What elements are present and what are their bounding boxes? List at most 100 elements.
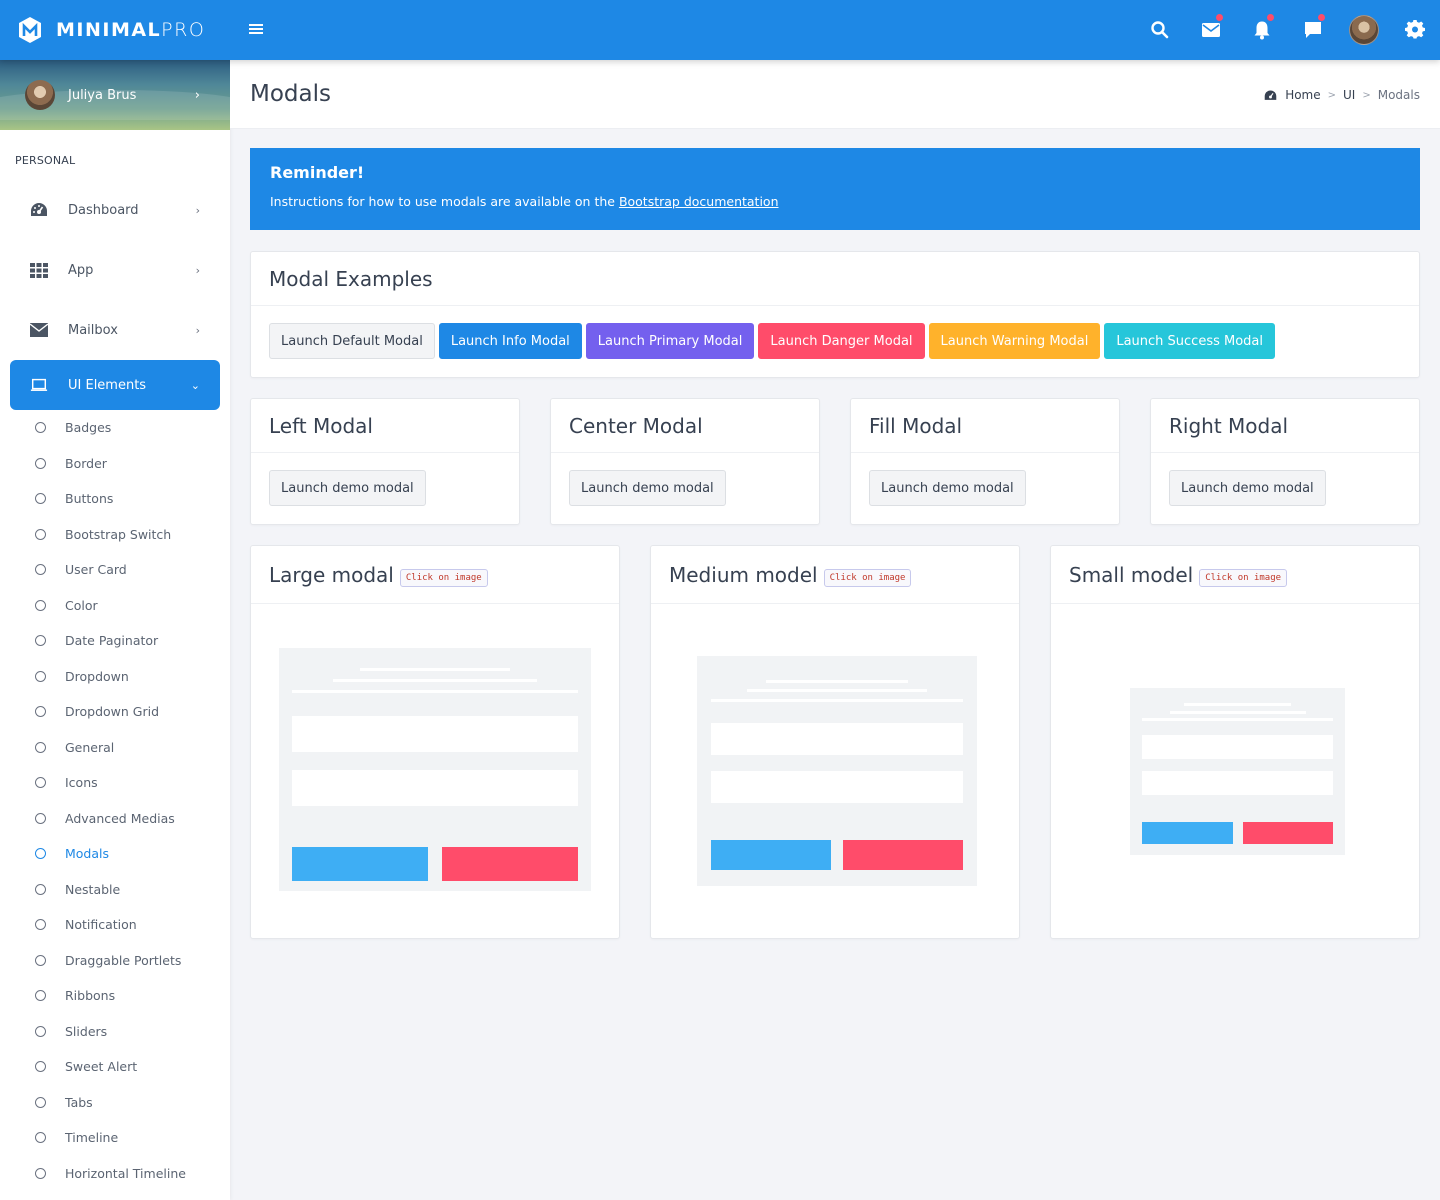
sidebar-subitem-badges[interactable]: Badges [0, 410, 230, 446]
notifications-button[interactable] [1236, 0, 1287, 60]
sidebar: Juliya Brus › PERSONAL Dashboard › App ›… [0, 60, 230, 1200]
sidebar-subitem-modals[interactable]: Modals [0, 836, 230, 872]
breadcrumb: Home > UI > Modals [1264, 88, 1420, 102]
sidebar-subitem-dropdown[interactable]: Dropdown [0, 659, 230, 695]
page-title: Modals [250, 81, 331, 107]
breadcrumb-current: Modals [1377, 88, 1420, 102]
breadcrumb-home[interactable]: Home [1285, 88, 1320, 102]
hamburger-icon [249, 24, 263, 26]
breadcrumb-ui[interactable]: UI [1343, 88, 1355, 102]
sidebar-subitem-bootstrap-switch[interactable]: Bootstrap Switch [0, 517, 230, 553]
sidebar-subitem-date-paginator[interactable]: Date Paginator [0, 623, 230, 659]
preview-field [711, 771, 963, 803]
chat-icon [1304, 22, 1321, 38]
circle-icon [35, 564, 46, 576]
brand-logo-link[interactable]: MINIMALPRO [0, 0, 230, 60]
card-title: Modal Examples [269, 266, 433, 291]
sidebar-subitem-user-card[interactable]: User Card [0, 552, 230, 588]
content-header: Modals Home > UI > Modals [230, 60, 1440, 129]
launch-primary-modal-button[interactable]: Launch Primary Modal [585, 323, 755, 359]
sidebar-subitem-border[interactable]: Border [0, 446, 230, 482]
circle-icon [35, 635, 46, 647]
user-avatar [1348, 15, 1379, 45]
left-modal-card: Left Modal Launch demo modal [250, 398, 520, 525]
sidebar-item-dashboard[interactable]: Dashboard › [0, 180, 230, 240]
sidebar-subitem-advanced-medias[interactable]: Advanced Medias [0, 801, 230, 837]
dashboard-icon [30, 201, 48, 219]
card-title: Fill Modal [869, 413, 963, 438]
user-menu-button[interactable] [1338, 0, 1389, 60]
launch-info-modal-button[interactable]: Launch Info Modal [438, 323, 582, 359]
messages-button[interactable] [1185, 0, 1236, 60]
chevron-right-icon: › [194, 87, 200, 103]
top-navbar: MINIMALPRO [0, 0, 1440, 60]
sidebar-subitem-dropdown-grid[interactable]: Dropdown Grid [0, 694, 230, 730]
sidebar-subitem-timeline[interactable]: Timeline [0, 1120, 230, 1156]
sidebar-subitem-sliders[interactable]: Sliders [0, 1014, 230, 1050]
notification-dot [1318, 14, 1325, 21]
medium-modal-preview-image[interactable] [697, 656, 977, 886]
launch-warning-modal-button[interactable]: Launch Warning Modal [928, 323, 1101, 359]
circle-icon [35, 706, 46, 718]
center-modal-card: Center Modal Launch demo modal [550, 398, 820, 525]
launch-left-modal-button[interactable]: Launch demo modal [269, 470, 426, 506]
launch-default-modal-button[interactable]: Launch Default Modal [269, 323, 435, 359]
preview-cancel-button [442, 847, 578, 881]
launch-right-modal-button[interactable]: Launch demo modal [1169, 470, 1326, 506]
sidebar-item-app[interactable]: App › [0, 240, 230, 300]
sidebar-subitem-ribbons[interactable]: Ribbons [0, 978, 230, 1014]
sidebar-section-label: PERSONAL [15, 154, 76, 167]
preview-subtitle-line [333, 679, 537, 682]
sidebar-subitem-buttons[interactable]: Buttons [0, 481, 230, 517]
chevron-right-icon: › [195, 203, 200, 217]
preview-field [1142, 771, 1333, 795]
circle-icon [35, 777, 46, 789]
sidebar-subitem-color[interactable]: Color [0, 588, 230, 624]
sidebar-subitem-draggable-portlets[interactable]: Draggable Portlets [0, 943, 230, 979]
breadcrumb-separator: > [1362, 89, 1371, 101]
chevron-right-icon: › [195, 323, 200, 337]
sidebar-toggle-button[interactable] [249, 24, 263, 36]
chat-button[interactable] [1287, 0, 1338, 60]
circle-icon [35, 422, 46, 434]
sidebar-subitem-sweet-alert[interactable]: Sweet Alert [0, 1049, 230, 1085]
large-modal-preview-image[interactable] [279, 648, 591, 891]
preview-confirm-button [711, 840, 831, 870]
search-button[interactable] [1134, 0, 1185, 60]
callout-title: Reminder! [270, 163, 365, 182]
sidebar-subitem-horizontal-timeline[interactable]: Horizontal Timeline [0, 1156, 230, 1192]
large-modal-card: Large modal Click on image [250, 545, 620, 939]
medium-modal-card: Medium model Click on image [650, 545, 1020, 939]
circle-icon [35, 919, 46, 931]
click-on-image-hint: Click on image [823, 568, 912, 587]
small-modal-preview-image[interactable] [1130, 688, 1345, 855]
preview-cancel-button [1242, 822, 1333, 844]
launch-danger-modal-button[interactable]: Launch Danger Modal [758, 323, 925, 359]
preview-title-line [360, 668, 510, 671]
card-title: Left Modal [269, 413, 373, 438]
circle-icon [35, 528, 46, 540]
bootstrap-docs-link[interactable]: Bootstrap documentation [619, 194, 779, 209]
reminder-callout: Reminder! Instructions for how to use mo… [250, 148, 1420, 230]
sidebar-subitem-icons[interactable]: Icons [0, 765, 230, 801]
sidebar-subitem-nestable[interactable]: Nestable [0, 872, 230, 908]
card-title: Large modal [269, 562, 394, 587]
circle-icon [35, 883, 46, 895]
sidebar-subitem-tabs[interactable]: Tabs [0, 1085, 230, 1121]
circle-icon [35, 812, 46, 824]
sidebar-subitem-general[interactable]: General [0, 730, 230, 766]
preview-subtitle-line [747, 689, 927, 692]
settings-button[interactable] [1389, 0, 1440, 60]
circle-icon [35, 1167, 46, 1179]
sidebar-item-ui-elements[interactable]: UI Elements ⌄ [10, 360, 220, 410]
sidebar-subitem-notification[interactable]: Notification [0, 907, 230, 943]
sidebar-item-mailbox[interactable]: Mailbox › [0, 300, 230, 360]
callout-text: Instructions for how to use modals are a… [270, 194, 779, 209]
launch-fill-modal-button[interactable]: Launch demo modal [869, 470, 1026, 506]
sidebar-user-panel[interactable]: Juliya Brus › [0, 60, 230, 130]
launch-success-modal-button[interactable]: Launch Success Modal [1104, 323, 1275, 359]
preview-title-line [766, 680, 908, 683]
circle-icon [35, 848, 46, 860]
fill-modal-card: Fill Modal Launch demo modal [850, 398, 1120, 525]
launch-center-modal-button[interactable]: Launch demo modal [569, 470, 726, 506]
